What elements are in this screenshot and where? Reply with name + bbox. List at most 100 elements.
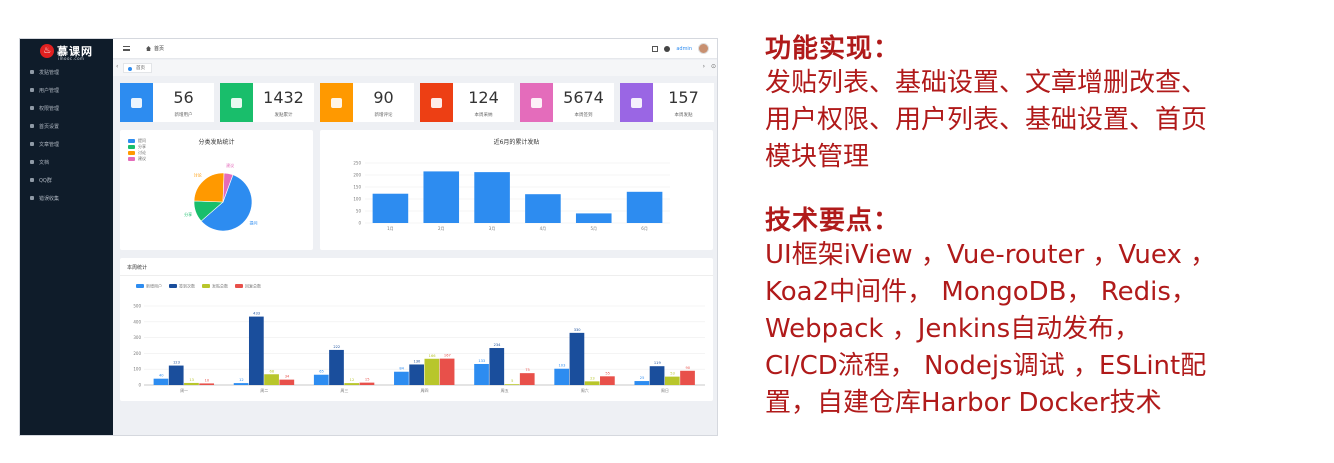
weekly-panel: 本周统计 新增用户 签到次数 发贴总数 回复总数 0 100 200 300 400 500 40 1… <box>120 258 713 401</box>
menu-icon <box>30 70 34 74</box>
bar-value-label: 40 <box>159 374 164 378</box>
menu-toggle-icon[interactable] <box>123 46 130 51</box>
sidebar-item-posts[interactable]: 发贴管理 <box>20 63 113 81</box>
legend-swatch <box>136 284 144 288</box>
menu-icon <box>30 196 34 200</box>
bar <box>329 349 344 385</box>
tech-line: CI/CD流程， Nodejs调试 ，ESLint配 <box>765 351 1207 381</box>
stat-label: 发贴累计 <box>274 113 293 118</box>
bar-value-label: 433 <box>253 312 260 316</box>
stat-card: 157 本周发贴 <box>620 83 714 122</box>
sidebar-item-qq-group[interactable]: QQ群 <box>20 171 113 189</box>
x-tick-label: 1月 <box>387 226 394 231</box>
avatar[interactable] <box>698 43 709 54</box>
error-log-icon[interactable] <box>664 45 671 52</box>
breadcrumb-label[interactable]: 首页 <box>154 45 164 52</box>
logo-subtext: imooc.com <box>58 56 85 61</box>
sidebar-item-label: 文章管理 <box>39 141 60 148</box>
menu-icon <box>30 160 34 164</box>
y-tick-label: 200 <box>133 351 141 356</box>
bar <box>680 370 695 385</box>
stat-card: 90 新增评论 <box>320 83 414 122</box>
stat-icon <box>631 97 642 108</box>
sidebar-item-docs[interactable]: 文档 <box>20 153 113 171</box>
y-tick-label: 0 <box>358 221 361 226</box>
menu-icon <box>30 178 34 182</box>
stat-icon-block <box>520 83 553 122</box>
stat-icon-block <box>320 83 353 122</box>
features-line: 用户权限、用户列表、基础设置、首页 <box>765 105 1208 135</box>
y-tick-label: 200 <box>353 173 361 178</box>
bar-value-label: 12 <box>239 378 244 382</box>
x-tick-label: 5月 <box>590 226 597 231</box>
weekly-bar-chart: 新增用户 签到次数 发贴总数 回复总数 0 100 200 300 400 500 40 123 13 1… <box>133 283 705 393</box>
features-line: 模块管理 <box>765 142 870 172</box>
bar-value-label: 23 <box>590 376 595 380</box>
bar-value-label: 13 <box>189 378 194 382</box>
home-icon <box>146 46 151 51</box>
stat-card: 124 本周采纳 <box>420 83 514 122</box>
bar-value-label: 133 <box>478 359 485 363</box>
stat-label: 本周签到 <box>574 113 593 118</box>
pie-slice-label: 建议 <box>226 162 234 168</box>
bar-value-label: 75 <box>525 368 530 372</box>
bar <box>474 172 510 223</box>
stat-value: 5674 <box>563 88 604 107</box>
x-tick-label: 周二 <box>260 387 268 393</box>
legend-label: 发贴总数 <box>212 283 228 289</box>
bar <box>153 378 169 385</box>
stat-icon <box>331 97 342 108</box>
bar <box>504 384 520 385</box>
bar <box>424 358 440 385</box>
sidebar-item-articles[interactable]: 文章管理 <box>20 135 113 153</box>
bar-value-label: 15 <box>365 378 370 382</box>
x-tick-label: 周六 <box>581 387 589 393</box>
bar <box>474 363 489 385</box>
x-tick-label: 周五 <box>501 387 509 393</box>
breadcrumb: 首页 <box>146 45 164 52</box>
y-tick-label: 500 <box>133 304 141 309</box>
sidebar-item-users[interactable]: 用户管理 <box>20 81 113 99</box>
stat-icon <box>231 97 242 108</box>
stat-value: 124 <box>468 88 499 107</box>
chevron-right-icon[interactable]: › <box>703 63 705 70</box>
bar <box>626 191 663 223</box>
user-name[interactable]: admin <box>676 46 692 52</box>
sidebar-item-home-settings[interactable]: 首页设置 <box>20 117 113 135</box>
menu-icon <box>30 106 34 110</box>
features-heading: 功能实现： <box>765 34 901 64</box>
menu-icon <box>30 88 34 92</box>
tab-home[interactable]: 首页 <box>123 63 152 73</box>
pie-slice-label: 讨论 <box>194 171 202 177</box>
monthly-panel: 近6月的累计发贴 0 50 100 150 200 250 1月 2月 3月 4月 5月 6月 <box>320 130 713 250</box>
bar-value-label: 166 <box>429 354 437 358</box>
stat-value: 1432 <box>263 88 304 107</box>
legend-label: 新增用户 <box>146 283 162 289</box>
fullscreen-icon[interactable] <box>652 45 659 52</box>
bar-value-label: 68 <box>270 369 275 373</box>
sidebar-item-label: 发贴管理 <box>39 69 60 76</box>
close-tabs-icon[interactable]: ⊙ <box>711 63 716 70</box>
y-tick-label: 250 <box>353 161 361 166</box>
stat-value: 56 <box>173 88 194 107</box>
y-tick-label: 100 <box>353 197 361 202</box>
sidebar-item-errors[interactable]: 错误收集 <box>20 189 113 207</box>
features-line: 发贴列表、基础设置、文章增删改查、 <box>765 68 1208 98</box>
bar <box>649 366 665 385</box>
bar <box>600 376 615 385</box>
sidebar-item-label: 文档 <box>39 159 50 166</box>
bar <box>184 382 199 385</box>
tags-nav: ‹ 首页 › ⊙ <box>113 60 717 76</box>
legend-swatch <box>202 284 210 288</box>
x-tick-label: 4月 <box>540 226 547 231</box>
chevron-left-icon[interactable]: ‹ <box>116 63 118 70</box>
sidebar-item-permissions[interactable]: 权限管理 <box>20 99 113 117</box>
stat-icon-block <box>120 83 153 122</box>
x-tick-label: 周日 <box>661 387 669 393</box>
y-tick-label: 400 <box>133 319 141 324</box>
sidebar-item-label: 用户管理 <box>39 87 60 94</box>
legend-swatch <box>169 284 177 288</box>
bar <box>409 364 424 385</box>
stat-card: 1432 发贴累计 <box>220 83 314 122</box>
bar <box>264 374 279 385</box>
